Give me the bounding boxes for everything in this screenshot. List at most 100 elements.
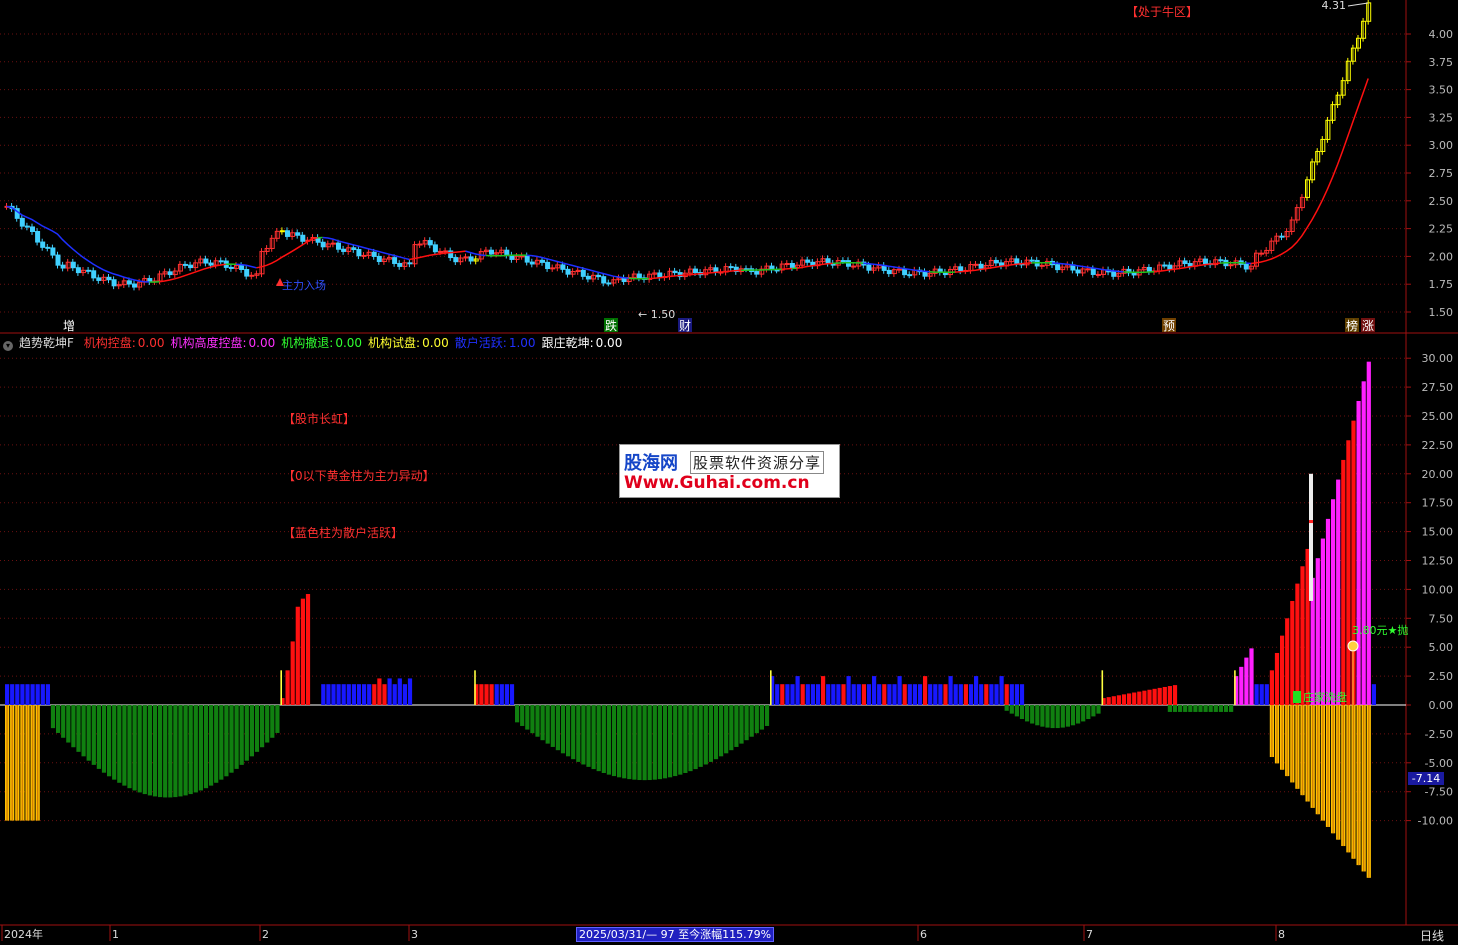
indicator-bar: [168, 705, 172, 797]
indicator-bar: [479, 684, 483, 705]
candle-body: [342, 249, 346, 251]
price-tick-label: 2.75: [1429, 167, 1454, 180]
indicator-bar: [148, 705, 152, 795]
indicator-bar: [658, 705, 662, 779]
indicator-bar: [173, 705, 177, 797]
event-tag: 预: [1163, 319, 1175, 333]
indicator-bar: [260, 705, 264, 747]
indicator-bar: [209, 705, 213, 786]
indicator-tick-label: 20.00: [1422, 468, 1454, 481]
candle-body: [41, 242, 45, 247]
period-label[interactable]: 日线: [1420, 927, 1444, 944]
indicator-bar: [826, 684, 830, 705]
indicator-bar: [1275, 653, 1279, 705]
candle-body: [87, 270, 91, 271]
indicator-bar: [31, 684, 35, 705]
indicator-item-label: 机构试盘:: [368, 336, 420, 350]
candle-body: [168, 272, 172, 275]
indicator-bar: [331, 684, 335, 705]
indicator-bar: [994, 684, 998, 705]
indicator-bar-stripe: [1292, 705, 1293, 782]
candle-body: [1280, 236, 1284, 237]
indicator-bar: [1372, 684, 1376, 705]
indicator-bar: [597, 705, 601, 771]
indicator-name[interactable]: 趋势乾坤F: [19, 336, 74, 350]
indicator-bar: [678, 705, 682, 775]
indicator-bar: [1168, 686, 1172, 705]
indicator-bar: [342, 684, 346, 705]
candle-body: [586, 276, 590, 279]
candle-body: [1168, 265, 1172, 269]
indicator-bar: [1239, 667, 1243, 705]
candle-body: [541, 260, 545, 262]
candle-body: [1056, 265, 1060, 270]
bull-zone-label: 【处于牛区】: [1126, 4, 1198, 19]
candle-body: [1244, 264, 1248, 269]
candle-body: [994, 260, 998, 262]
indicator-bar: [286, 670, 290, 705]
candle-body: [1076, 270, 1080, 273]
indicator-bar: [1000, 676, 1004, 705]
indicator-item-value: 0.00: [138, 336, 165, 350]
indicator-tick-label: -2.50: [1425, 728, 1453, 741]
indicator-bar: [801, 684, 805, 705]
indicator-bar: [117, 705, 121, 783]
candle-body: [979, 264, 983, 268]
watermark: 股海网 股票软件资源分享 Www.Guhai.com.cn: [619, 444, 840, 498]
indicator-bar-stripe: [1338, 705, 1339, 840]
indicator-bar: [229, 705, 233, 773]
indicator-bar: [571, 705, 575, 759]
candle-body: [280, 231, 284, 232]
indicator-bar: [1265, 684, 1269, 705]
indicator-bar: [367, 684, 371, 705]
date-range-info: 2025/03/31/— 97 至今涨幅115.79%: [576, 927, 774, 942]
indicator-bar: [943, 684, 947, 705]
indicator-bar: [928, 684, 932, 705]
indicator-bar: [1025, 705, 1029, 721]
candle-body: [92, 271, 96, 278]
indicator-bar: [627, 705, 631, 779]
indicator-bar: [780, 684, 784, 705]
indicator-bar: [530, 705, 534, 733]
indicator-bar: [632, 705, 636, 780]
indicator-bar: [321, 684, 325, 705]
indicator-bar: [1270, 670, 1274, 705]
moving-average-line: [1123, 272, 1154, 273]
candle-body: [71, 262, 75, 267]
indicator-bar: [347, 684, 351, 705]
indicator-bar: [699, 705, 703, 767]
candle-body: [76, 268, 80, 273]
indicator-bar: [1005, 684, 1009, 705]
moving-average-line: [629, 278, 649, 279]
indicator-tick-label: 0.00: [1429, 699, 1454, 712]
candle-body: [250, 275, 254, 276]
candle-body: [36, 231, 40, 242]
indicator-bar: [989, 684, 993, 705]
indicator-bar: [1051, 705, 1055, 728]
candle-body: [530, 262, 534, 264]
indicator-header-item: 机构高度控盘:0.00: [171, 336, 276, 350]
indicator-bar: [133, 705, 137, 790]
indicator-item-value: 0.00: [249, 336, 276, 350]
indicator-bar: [270, 705, 274, 738]
candle-body: [1188, 264, 1192, 267]
indicator-bar: [178, 705, 182, 796]
candle-body: [219, 261, 223, 262]
chevron-down-icon[interactable]: ▾: [3, 341, 13, 351]
indicator-bar: [1137, 692, 1141, 705]
candle-body: [505, 250, 509, 255]
candle-body: [229, 267, 233, 268]
indicator-tick-label: 5.00: [1429, 641, 1454, 654]
indicator-bar: [1219, 705, 1223, 712]
indicator-bar: [581, 705, 585, 764]
indicator-bar: [612, 705, 616, 776]
indicator-bar: [71, 705, 75, 747]
indicator-note: 【股市长虹】: [283, 411, 355, 426]
candle-body: [785, 263, 789, 264]
indicator-bar: [41, 684, 45, 705]
indicator-header-item: 机构控盘:0.00: [84, 336, 165, 350]
candle-body: [393, 258, 397, 264]
candle-body: [561, 265, 565, 269]
indicator-bar-stripe: [1327, 705, 1328, 827]
main-force-label: 主力入场: [282, 278, 326, 292]
